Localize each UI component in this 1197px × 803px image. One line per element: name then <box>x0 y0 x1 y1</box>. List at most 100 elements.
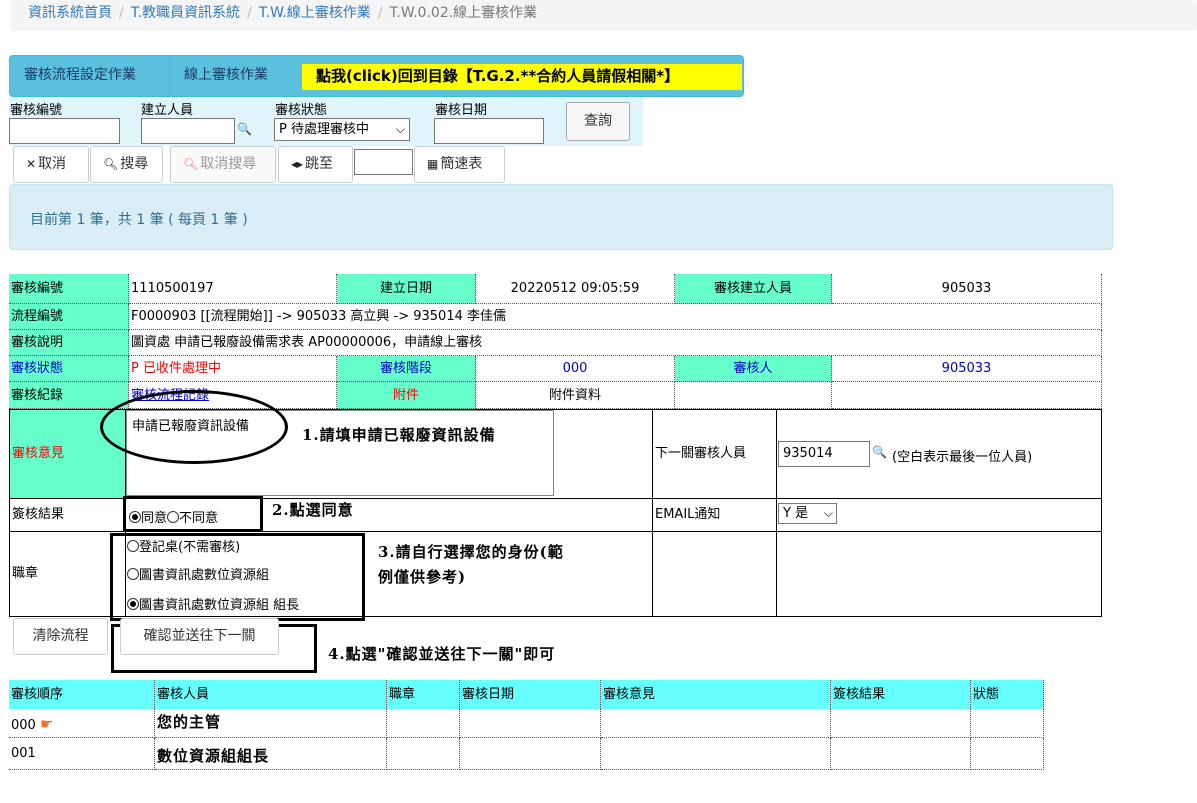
row-cell <box>971 738 1044 770</box>
row-cell <box>387 709 460 738</box>
history-table: 審核順序 審核人員 職章 審核日期 審核意見 簽核結果 狀態 000 ☛ 您的主… <box>9 680 1044 772</box>
created-date-value: 20220512 09:05:59 <box>476 274 675 304</box>
record-info-alert: 目前第 1 筆，共 1 筆 ( 每頁 1 筆 ) <box>9 184 1113 250</box>
attach-label: 附件 <box>337 382 476 409</box>
status-select[interactable]: P 待處理審核中 ⌵ <box>274 118 410 141</box>
row-order: 000 <box>11 718 36 733</box>
stage-value: 000 <box>476 356 675 382</box>
status-code: P <box>131 361 139 376</box>
status-text: 已收件處理中 <box>142 361 221 376</box>
creator-label: 建立人員 <box>141 103 194 118</box>
created-date-label: 建立日期 <box>337 274 476 304</box>
status-label: 審核狀態 <box>275 103 328 118</box>
flow-no-label: 流程編號 <box>9 304 129 330</box>
quick-table-button[interactable]: ▦ 簡速表 <box>414 146 505 183</box>
cancel-search-button[interactable]: 🔍︎ 取消搜尋 <box>170 146 276 183</box>
chevron-down-icon: ⌵ <box>823 506 833 520</box>
annotation-step-4: 4.點選"確認並送往下一關"即可 <box>328 645 556 663</box>
creator-value: 905033 <box>832 274 1102 304</box>
history-header-person: 審核人員 <box>155 680 387 709</box>
next-auditor-input[interactable]: 935014 <box>778 441 870 467</box>
cancel-label: 取消 <box>38 156 67 172</box>
pointing-hand-icon: ☛ <box>39 715 54 733</box>
audit-no-label: 審核編號 <box>10 103 63 118</box>
email-select[interactable]: Y 是 ⌵ <box>778 503 837 524</box>
seal-label: 職章 <box>10 532 126 616</box>
breadcrumb-current: T.W.0.02.線上審核作業 <box>389 5 538 21</box>
confirm-next-button[interactable]: 確認並送往下一關 <box>120 618 279 655</box>
row-person: 數位資源組組長 <box>155 738 387 770</box>
history-header-order: 審核順序 <box>9 680 155 709</box>
row-cell <box>601 709 831 738</box>
table-row: 001 <box>9 738 155 770</box>
row-cell <box>831 738 971 770</box>
person-picker-icon[interactable]: 🔍 <box>237 122 252 136</box>
zoom-off-icon: 🔍︎ <box>183 157 199 171</box>
status-value: P 已收件處理中 <box>129 356 337 382</box>
jump-button[interactable]: ◂▸ 跳至 <box>278 146 353 183</box>
annotation-box-seal <box>110 533 365 621</box>
jump-label: 跳至 <box>305 156 334 172</box>
tab-flow-settings[interactable]: 審核流程設定作業 <box>10 56 170 96</box>
clear-flow-button[interactable]: 清除流程 <box>13 618 108 655</box>
attach-data-link[interactable]: 附件資料 <box>476 382 675 409</box>
status-label: 審核狀態 <box>9 356 129 382</box>
date-label: 審核日期 <box>435 103 488 118</box>
annotation-box-result <box>123 496 263 532</box>
cancel-button[interactable]: ✕ 取消 <box>13 146 89 183</box>
search-button[interactable]: 🔍︎ 搜尋 <box>90 146 163 183</box>
row-cell <box>387 738 460 770</box>
annotation-ellipse <box>100 390 288 464</box>
jump-page-input[interactable] <box>354 149 413 175</box>
breadcrumb-home[interactable]: 資訊系統首頁 <box>28 5 112 21</box>
desc-label: 審核說明 <box>9 330 129 356</box>
status-select-value: P 待處理審核中 <box>279 122 369 137</box>
annotation-step-2: 2.點選同意 <box>272 501 354 519</box>
empty-cell <box>832 382 1102 409</box>
search-bar: 審核編號 建立人員 🔍 審核狀態 P 待處理審核中 ⌵ 審核日期 查詢 <box>9 97 643 146</box>
auditor-label: 審核人 <box>675 356 832 382</box>
result-label: 簽核結果 <box>10 499 126 531</box>
row-cell <box>971 709 1044 738</box>
desc-value: 圖資處 申請已報廢設備需求表 AP00000006，申請線上審核 <box>129 330 1102 356</box>
cancel-search-label: 取消搜尋 <box>200 156 257 172</box>
back-to-menu-link[interactable]: 點我(click)回到目錄【T.G.2.**合約人員請假相關*】 <box>302 64 742 90</box>
email-label: EMAIL通知 <box>652 499 777 531</box>
breadcrumb-online-audit[interactable]: T.W.線上審核作業 <box>259 5 371 21</box>
tab-online-audit[interactable]: 線上審核作業 <box>170 56 302 96</box>
audit-no-input[interactable] <box>9 118 120 144</box>
query-button[interactable]: 查詢 <box>566 102 630 141</box>
record-label: 審核紀錄 <box>9 382 129 409</box>
row-cell <box>601 738 831 770</box>
empty-cell <box>652 532 777 616</box>
annotation-step-3a: 3.請自行選擇您的身份(範 <box>378 543 564 561</box>
person-picker-icon[interactable]: 🔍 <box>872 445 887 459</box>
audit-no-label: 審核編號 <box>9 274 129 304</box>
quick-table-label: 簡速表 <box>440 156 483 172</box>
breadcrumb: 資訊系統首頁 / T.教職員資訊系統 / T.W.線上審核作業 / T.W.0.02.線上審… <box>10 0 1197 31</box>
flow-no-value: F0000903 [[流程開始]] -> 905033 高立興 -> 93501… <box>129 304 1102 330</box>
chevron-down-icon: ⌵ <box>395 122 405 136</box>
history-header-opinion: 審核意見 <box>601 680 831 709</box>
next-auditor-hint: (空白表示最後一位人員) <box>892 450 1033 465</box>
annotation-step-3b: 例僅供參考) <box>378 568 467 586</box>
email-select-value: Y 是 <box>783 506 809 521</box>
next-auditor-label: 下一關審核人員 <box>652 410 777 498</box>
table-row: 000 ☛ <box>9 709 155 738</box>
row-cell <box>460 738 601 770</box>
annotation-step-1: 1.請填申請已報廢資訊設備 <box>302 426 496 444</box>
table-icon: ▦ <box>427 157 439 171</box>
auditor-value: 905033 <box>832 356 1102 382</box>
breadcrumb-staff-system[interactable]: T.教職員資訊系統 <box>131 5 240 21</box>
history-header-status: 狀態 <box>971 680 1044 709</box>
row-cell <box>831 709 971 738</box>
row-cell <box>460 709 601 738</box>
date-input[interactable] <box>434 118 544 144</box>
creator-input[interactable] <box>141 118 235 144</box>
close-icon: ✕ <box>26 157 37 171</box>
search-label: 搜尋 <box>120 156 149 172</box>
creator-label: 審核建立人員 <box>675 274 832 304</box>
history-header-seal: 職章 <box>387 680 460 709</box>
history-header-result: 簽核結果 <box>831 680 971 709</box>
empty-cell <box>675 382 832 409</box>
